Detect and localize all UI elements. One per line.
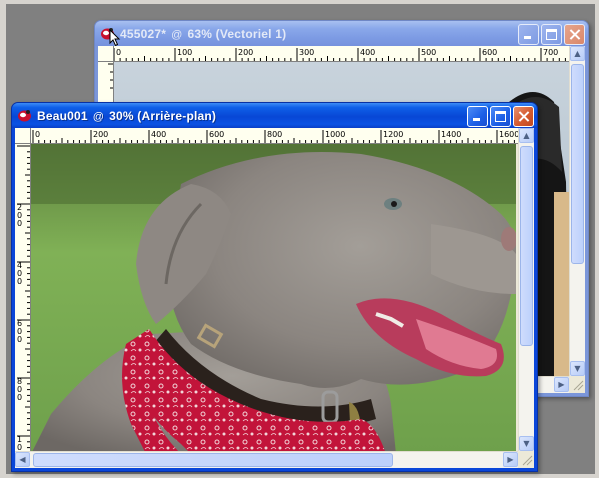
ruler-label: 0 [17,277,22,286]
close-button[interactable] [564,24,585,45]
title-bar[interactable]: 455027* @63% (Vectoriel 1) [95,21,588,47]
image-window-beau001[interactable]: Beau001 @30% (Arrière-plan) 0 200 400 600 800… [11,102,538,472]
scroll-left-button[interactable]: ◀ [15,452,30,467]
window-title-zoom: 63% (Vectoriel 1) [187,26,287,41]
window-title: Beau001 @30% (Arrière-plan) [37,109,216,123]
ruler-label: 600 [482,48,497,57]
minimize-button[interactable] [467,106,488,127]
horizontal-ruler: 0 100 200 300 400 500 600 700 [114,46,569,62]
ruler-label: 400 [151,130,166,139]
ruler-label: 1200 [383,130,403,139]
ruler-label: 800 [267,130,282,139]
ruler-label: 500 [421,48,436,57]
ruler-label: 0 [35,130,40,139]
resize-grip[interactable] [518,451,534,468]
maximize-button[interactable] [490,106,511,127]
window-title-at: @ [92,110,105,123]
ruler-label: 0 [17,219,22,228]
vertical-ruler-ticks: 2004006008001000 [17,145,30,451]
ruler-label: 0 [17,443,22,451]
ruler-label: 200 [93,130,108,139]
window-title-name: 455027* [120,26,167,41]
ruler-label: 100 [177,48,192,57]
ruler-corner [98,46,114,62]
vertical-scroll-thumb[interactable] [571,64,584,264]
ruler-label: 700 [543,48,558,57]
window-title: 455027* @63% (Vectoriel 1) [120,27,286,41]
window-title-zoom: 30% (Arrière-plan) [109,108,217,123]
mouse-cursor-icon [109,29,121,47]
horizontal-scroll-thumb[interactable] [33,453,393,467]
ruler-corner [15,128,31,144]
window-client: 0 200 400 600 800 1000 1200 1400 1600 200 400 600 8… [15,128,534,468]
chevron-up-icon: ▲ [523,131,530,140]
vertical-scrollbar[interactable]: ▲ ▼ [569,46,585,376]
scroll-right-button[interactable]: ▶ [554,377,569,392]
close-button[interactable] [513,106,534,127]
resize-grip[interactable] [569,376,585,393]
maximize-icon [546,29,557,40]
horizontal-ruler-ticks: 0 100 200 300 400 500 600 700 [114,48,566,61]
resize-grip-icon [522,455,533,466]
scroll-right-button[interactable]: ▶ [503,452,518,467]
ruler-label: 0 [17,335,22,344]
scroll-up-button[interactable]: ▲ [570,46,585,61]
window-title-name: Beau001 [37,108,88,123]
scroll-up-button[interactable]: ▲ [519,128,534,143]
image-canvas[interactable] [31,144,518,451]
ruler-label: 600 [209,130,224,139]
maximize-button[interactable] [541,24,562,45]
horizontal-ruler: 0 200 400 600 800 1000 1200 1400 1600 [31,128,518,144]
title-bar[interactable]: Beau001 @30% (Arrière-plan) [12,103,537,128]
minimize-button[interactable] [518,24,539,45]
ruler-label: 1400 [441,130,461,139]
chevron-right-icon: ▶ [507,455,514,464]
vertical-scroll-thumb[interactable] [520,146,533,346]
vertical-ruler: 2004006008001000 [15,144,31,451]
window-title-at: @ [171,28,183,41]
scroll-down-button[interactable]: ▼ [519,436,534,451]
ruler-label: 200 [238,48,253,57]
chevron-right-icon: ▶ [558,380,565,389]
ruler-label: 1000 [325,130,345,139]
ruler-label: 0 [17,393,22,402]
maximize-icon [495,111,506,122]
horizontal-ruler-ticks: 0 200 400 600 800 1000 1200 1400 1600 [32,130,518,143]
chevron-down-icon: ▼ [523,439,530,448]
chevron-down-icon: ▼ [574,364,581,373]
minimize-icon [524,36,531,39]
ruler-label: 300 [299,48,314,57]
chevron-left-icon: ◀ [19,455,26,464]
resize-grip-icon [573,380,584,391]
ruler-label: 0 [116,48,121,57]
minimize-icon [473,118,480,121]
paint-shop-pro-icon[interactable] [17,108,32,123]
scroll-down-button[interactable]: ▼ [570,361,585,376]
chevron-up-icon: ▲ [574,49,581,58]
window-controls [518,24,585,45]
ruler-label: 1600 [499,130,518,139]
ruler-label: 400 [360,48,375,57]
photo-weimaraner-dog [31,144,517,451]
vertical-scrollbar[interactable]: ▲ ▼ [518,128,534,451]
horizontal-scrollbar[interactable]: ◀ ▶ [15,451,518,468]
window-controls [467,106,534,127]
